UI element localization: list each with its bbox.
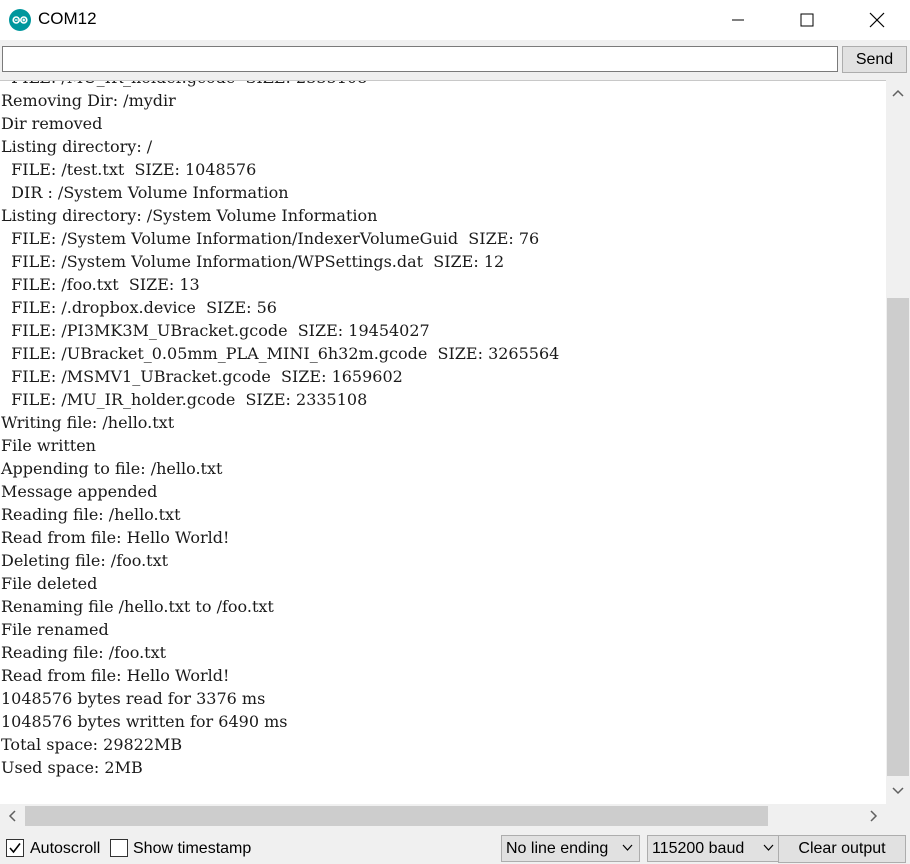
output-line: Used space: 2MB — [1, 758, 143, 777]
output-line: FILE: /MU_IR_holder.gcode SIZE: 2335108 — [1, 81, 559, 89]
output-line: Renaming file /hello.txt to /foo.txt — [1, 597, 274, 616]
output-line: DIR : /System Volume Information — [1, 183, 289, 202]
close-button[interactable] — [854, 0, 900, 40]
output-line: Reading file: /hello.txt — [1, 505, 181, 524]
output-line: FILE: /.dropbox.device SIZE: 56 — [1, 298, 277, 317]
line-ending-value: No line ending — [506, 840, 609, 857]
vertical-scrollbar[interactable] — [886, 80, 910, 804]
title-bar: COM12 — [0, 0, 910, 40]
footer-bar: Autoscroll Show timestamp No line ending… — [0, 828, 910, 864]
output-line: FILE: /MU_IR_holder.gcode SIZE: 2335108 — [1, 390, 368, 409]
output-line: Listing directory: / — [1, 137, 153, 156]
send-button[interactable]: Send — [842, 46, 907, 73]
output-line: Appending to file: /hello.txt — [1, 459, 223, 478]
chevron-down-icon — [622, 844, 633, 851]
output-line: File deleted — [1, 574, 98, 593]
output-line: Dir removed — [1, 114, 103, 133]
output-line: FILE: /MSMV1_UBracket.gcode SIZE: 165960… — [1, 367, 403, 386]
maximize-button[interactable] — [784, 0, 830, 40]
baud-rate-select[interactable]: 115200 baud — [647, 835, 781, 862]
output-line: Total space: 29822MB — [1, 735, 183, 754]
output-line: File written — [1, 436, 96, 455]
scroll-left-icon[interactable] — [0, 804, 24, 828]
serial-send-input[interactable] — [2, 46, 838, 72]
output-line: Read from file: Hello World! — [1, 528, 230, 547]
show-timestamp-checkbox[interactable] — [110, 839, 128, 857]
output-line: FILE: /PI3MK3M_UBracket.gcode SIZE: 1945… — [1, 321, 430, 340]
send-bar: Send — [0, 40, 910, 80]
serial-output[interactable]: FILE: /MU_IR_holder.gcode SIZE: 2335108 R… — [0, 80, 886, 805]
output-line: FILE: /System Volume Information/Indexer… — [1, 229, 540, 248]
close-icon — [869, 12, 885, 28]
output-line: FILE: /System Volume Information/WPSetti… — [1, 252, 505, 271]
window-title: COM12 — [38, 9, 97, 28]
output-line: Read from file: Hello World! — [1, 666, 230, 685]
horizontal-scroll-thumb[interactable] — [25, 806, 768, 826]
scroll-up-icon[interactable] — [886, 82, 910, 104]
chevron-down-icon — [763, 844, 774, 851]
checkmark-icon — [9, 843, 21, 854]
scroll-right-icon[interactable] — [862, 804, 886, 828]
output-line: FILE: /UBracket_0.05mm_PLA_MINI_6h32m.gc… — [1, 344, 560, 363]
minimize-icon — [732, 19, 744, 21]
baud-rate-value: 115200 baud — [652, 840, 745, 857]
horizontal-scrollbar[interactable] — [0, 804, 886, 828]
autoscroll-checkbox[interactable] — [6, 839, 24, 857]
output-line: FILE: /foo.txt SIZE: 13 — [1, 275, 200, 294]
output-line: FILE: /test.txt SIZE: 1048576 — [1, 160, 257, 179]
output-line: Deleting file: /foo.txt — [1, 551, 169, 570]
clear-output-button[interactable]: Clear output — [778, 835, 906, 863]
output-line: 1048576 bytes written for 6490 ms — [1, 712, 288, 731]
minimize-button[interactable] — [715, 0, 761, 40]
output-line: Removing Dir: /mydir — [1, 91, 176, 110]
output-line: 1048576 bytes read for 3376 ms — [1, 689, 266, 708]
output-line: Writing file: /hello.txt — [1, 413, 175, 432]
output-line: Message appended — [1, 482, 158, 501]
autoscroll-label[interactable]: Autoscroll — [30, 840, 100, 858]
output-line: File renamed — [1, 620, 109, 639]
scroll-down-icon[interactable] — [886, 780, 910, 802]
output-line: Listing directory: /System Volume Inform… — [1, 206, 378, 225]
output-lines: FILE: /MU_IR_holder.gcode SIZE: 2335108 R… — [1, 81, 560, 779]
maximize-icon — [800, 13, 814, 27]
show-timestamp-label[interactable]: Show timestamp — [133, 840, 251, 858]
line-ending-select[interactable]: No line ending — [501, 835, 640, 862]
vertical-scroll-thumb[interactable] — [887, 298, 909, 776]
arduino-logo-icon — [9, 9, 31, 31]
output-line: Reading file: /foo.txt — [1, 643, 167, 662]
scroll-corner — [886, 804, 910, 828]
